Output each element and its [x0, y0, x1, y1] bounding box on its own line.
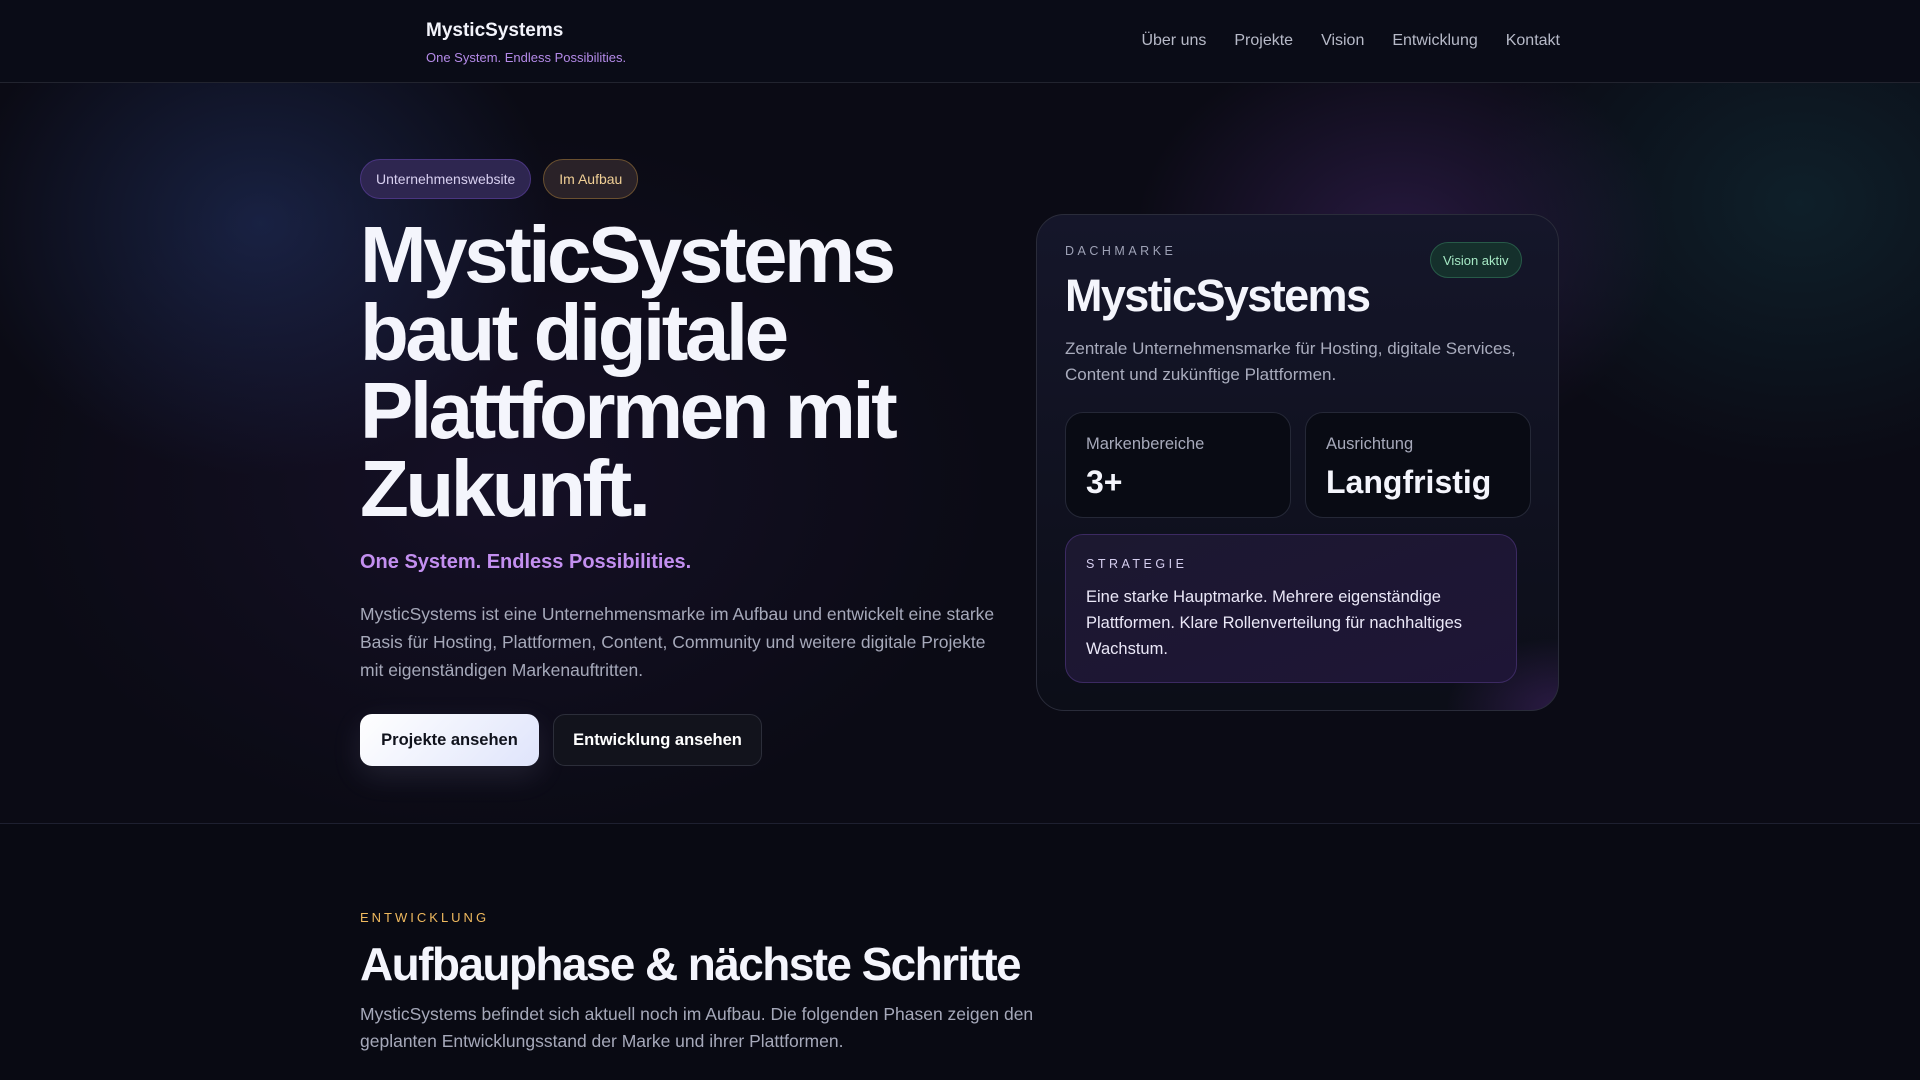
logo[interactable]: MysticSystems — [426, 20, 563, 42]
nav-projekte[interactable]: Projekte — [1234, 32, 1293, 50]
stat-label: Ausrichtung — [1326, 435, 1414, 453]
hero-tagline: One System. Endless Possibilities. — [360, 551, 692, 573]
main-nav: Über uns Projekte Vision Entwicklung Kon… — [1141, 32, 1560, 50]
card-title: MysticSystems — [1065, 270, 1371, 321]
stat-brand-areas: Markenbereiche 3+ — [1065, 412, 1291, 518]
card-description: Zentrale Unternehmensmarke für Hosting, … — [1065, 339, 1516, 384]
stat-value: 3+ — [1086, 464, 1123, 500]
badge-company-website: Unternehmenswebsite — [360, 159, 532, 199]
nav-kontakt[interactable]: Kontakt — [1506, 32, 1560, 50]
hero-background — [0, 83, 1920, 823]
strategy-text: Eine starke Hauptmarke. Mehrere eigenstä… — [1086, 588, 1463, 658]
view-projects-button[interactable]: Projekte ansehen — [360, 714, 539, 766]
stat-label: Markenbereiche — [1086, 435, 1205, 453]
development-eyebrow: ENTWICKLUNG — [360, 910, 490, 925]
hero-headline: MysticSystems baut digitale Plattformen … — [360, 210, 898, 533]
badge-in-progress: Im Aufbau — [543, 159, 639, 199]
nav-entwicklung[interactable]: Entwicklung — [1392, 32, 1477, 50]
logo-tagline: One System. Endless Possibilities. — [426, 50, 627, 65]
hero-badges: Unternehmenswebsite Im Aufbau — [360, 159, 639, 199]
strategy-eyebrow: STRATEGIE — [1086, 557, 1188, 571]
nav-ueber-uns[interactable]: Über uns — [1141, 32, 1206, 50]
view-development-button[interactable]: Entwicklung ansehen — [553, 714, 762, 766]
brand-card: DACHMARKE Vision aktiv MysticSystems Zen… — [1036, 214, 1559, 711]
site-header: MysticSystems One System. Endless Possib… — [0, 0, 1920, 83]
status-badge: Vision aktiv — [1430, 242, 1522, 278]
stat-orientation: Ausrichtung Langfristig — [1305, 412, 1531, 518]
development-text: MysticSystems befindet sich aktuell noch… — [360, 1004, 1034, 1051]
strategy-box: STRATEGIE Eine starke Hauptmarke. Mehrer… — [1065, 534, 1517, 683]
nav-vision[interactable]: Vision — [1321, 32, 1364, 50]
card-eyebrow: DACHMARKE — [1065, 244, 1177, 258]
hero-intro: MysticSystems ist eine Unternehmensmarke… — [360, 604, 995, 680]
stat-value: Langfristig — [1326, 464, 1492, 500]
development-title: Aufbauphase & nächste Schritte — [360, 938, 1022, 990]
